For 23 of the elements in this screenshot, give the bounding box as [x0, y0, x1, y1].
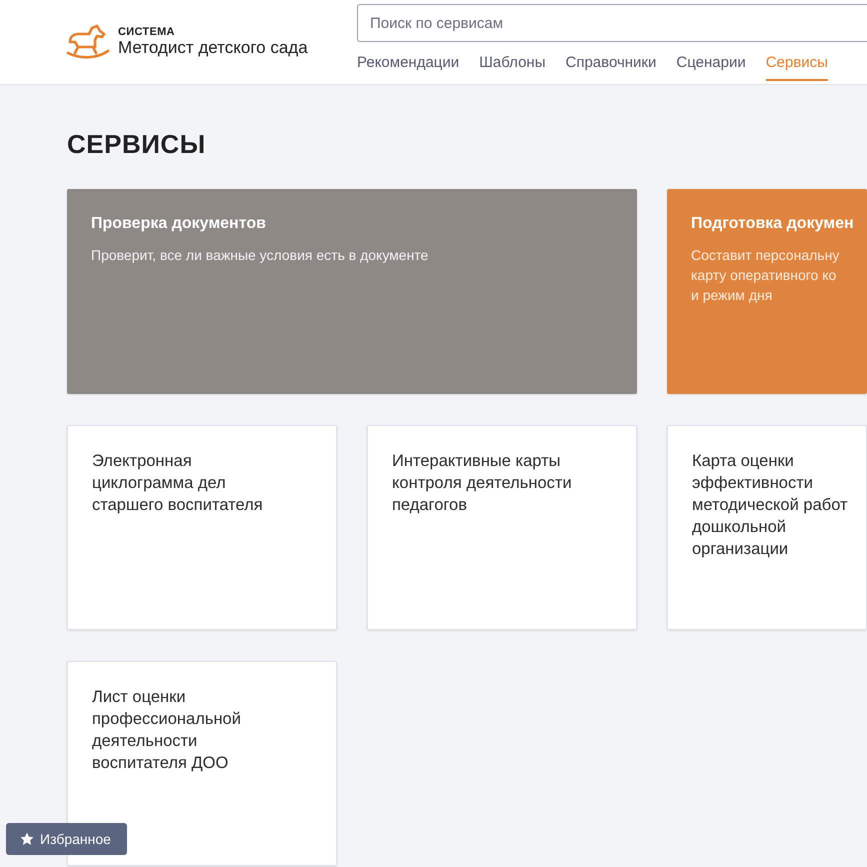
search-field[interactable]: Поиск по сервисам	[357, 4, 867, 42]
card-title: Интерактивные карты контроля деятельности педагогов	[392, 451, 573, 516]
page-title: СЕРВИСЫ	[67, 129, 207, 161]
logo-title: Методист детского сада	[118, 38, 308, 58]
rocking-horse-icon	[66, 24, 110, 60]
service-card[interactable]: Проверка документов Проверит, все ли важные условия есть в документе	[67, 189, 637, 394]
nav-tab[interactable]: Рекомендации	[357, 54, 460, 81]
nav-tab[interactable]: Сценарии	[676, 54, 746, 81]
card-description: Проверит, все ли важные условия есть в документе	[91, 246, 430, 265]
service-card[interactable]: Электронная циклограмма дел старшего воспитателя	[67, 425, 337, 630]
logo-caption: СИСТЕМА	[118, 26, 176, 38]
favorites-button[interactable]: Избранное	[6, 823, 127, 855]
service-card[interactable]: Интерактивные карты контроля деятельности педагогов	[367, 425, 637, 630]
card-title: Подготовка докумен	[691, 214, 855, 234]
card-title: Лист оценки профессиональной деятельности воспитателя ДОО	[92, 687, 242, 774]
card-title: Электронная циклограмма дел старшего воспитателя	[92, 451, 264, 516]
star-icon	[20, 832, 34, 846]
card-description: Составит персональну карту оперативного ко и режим дня	[691, 246, 840, 305]
card-title: Проверка документов	[91, 214, 267, 234]
nav-tab[interactable]: Справочники	[566, 54, 656, 81]
card-title: Карта оценки эффективности методической работ дошкольной организации	[692, 451, 849, 560]
service-card[interactable]: Карта оценки эффективности методической работ дошкольной организации	[667, 425, 867, 630]
nav-tab[interactable]: Шаблоны	[479, 54, 546, 81]
